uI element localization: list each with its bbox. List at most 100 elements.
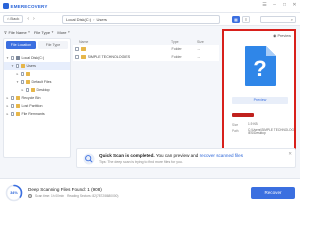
tree-node[interactable]: ▸ bbox=[4, 70, 70, 78]
metadata-value: C:\Users\SIMPLE TECHNOLOGIES\Desktop bbox=[248, 127, 294, 136]
chevron-right-icon[interactable]: ▸ bbox=[16, 72, 19, 76]
chevron-down-icon: ▾ bbox=[67, 30, 70, 34]
scan-complete-icon bbox=[83, 153, 95, 165]
file-metadata: Size 1.9 KB Path C:\Users\SIMPLE TECHNOLOGI… bbox=[232, 122, 294, 138]
chevron-right-icon[interactable]: ▸ bbox=[6, 104, 9, 108]
metadata-row: Size 1.9 KB bbox=[232, 122, 294, 127]
recover-button[interactable]: Recover bbox=[251, 187, 295, 199]
home-icon: ⌂ bbox=[7, 16, 10, 21]
menu-icon[interactable]: ☰ bbox=[262, 3, 267, 8]
tree-node[interactable]: ▾ Default Files bbox=[4, 78, 70, 86]
tree-node[interactable]: ▸ Recycle Bin bbox=[4, 94, 70, 102]
scan-status-title: Deep Scanning Files Found: 1 (908) bbox=[28, 187, 102, 192]
preview-header[interactable]: ◉ Preview bbox=[273, 33, 291, 39]
chevron-right-icon[interactable]: ▸ bbox=[21, 88, 24, 92]
back-button[interactable]: ⌂ Back bbox=[3, 15, 24, 23]
tree-node[interactable]: ▸ Desktop bbox=[4, 86, 70, 94]
scan-progress-ring: 34% bbox=[5, 184, 23, 202]
tree-node[interactable]: ▸ File Remnants bbox=[4, 110, 70, 118]
checkbox[interactable] bbox=[25, 88, 29, 92]
row-size: -- bbox=[197, 55, 200, 59]
scan-status-details: ‖ Scan time: 1h 00min Reading Sectors: 8… bbox=[28, 194, 118, 198]
status-bar: 34% Deep Scanning Files Found: 1 (908) ‖… bbox=[0, 178, 300, 206]
checkbox[interactable] bbox=[20, 80, 24, 84]
checkbox[interactable] bbox=[10, 96, 14, 100]
close-icon[interactable]: ✕ bbox=[292, 3, 297, 8]
folder-icon bbox=[80, 55, 86, 59]
metadata-key: Path bbox=[232, 128, 239, 133]
tab-file-location[interactable]: File Location bbox=[6, 41, 36, 49]
tree-node-label: Lost Partition bbox=[21, 104, 43, 108]
chevron-down-icon[interactable]: ▾ bbox=[6, 56, 9, 60]
folder-icon bbox=[15, 104, 20, 108]
checkbox[interactable] bbox=[20, 72, 24, 76]
progress-percent: 34% bbox=[10, 191, 18, 195]
tree-node[interactable]: ▸ Lost Partition bbox=[4, 102, 70, 110]
checkbox[interactable] bbox=[15, 64, 19, 68]
filter-file-type[interactable]: File Type ▾ bbox=[34, 30, 53, 35]
table-row[interactable]: SIMPLE TECHNOLOGIES Folder -- bbox=[73, 53, 219, 61]
breadcrumb-users[interactable]: Users bbox=[96, 16, 106, 23]
window-controls: ☰ – □ ✕ bbox=[262, 3, 297, 8]
tree-node[interactable]: ▾ Local Disk(C:) bbox=[4, 54, 70, 62]
search-input[interactable]: ⌕ bbox=[260, 16, 296, 23]
breadcrumb[interactable]: Local Disk(C:) › Users bbox=[62, 15, 220, 24]
chevron-right-icon[interactable]: ▸ bbox=[6, 96, 9, 100]
filter-more[interactable]: More ▾ bbox=[57, 30, 69, 35]
preview-button[interactable]: Preview bbox=[232, 97, 288, 104]
pause-icon[interactable]: ‖ bbox=[28, 194, 32, 198]
view-toggle: ▦ ≡ bbox=[232, 16, 250, 23]
checkbox[interactable] bbox=[10, 56, 14, 60]
header-type[interactable]: Type bbox=[171, 40, 197, 44]
chevron-down-icon: ▾ bbox=[28, 30, 30, 34]
checkbox[interactable] bbox=[10, 104, 14, 108]
drive-icon bbox=[15, 56, 20, 60]
tree-node-label: Desktop bbox=[36, 88, 50, 92]
app-name: EMERECOVERY bbox=[10, 3, 48, 9]
close-icon[interactable]: ✕ bbox=[288, 151, 292, 157]
sidebar-tabs: File Location File Type bbox=[4, 39, 70, 51]
filter-file-name[interactable]: ⊽ File Name ▾ bbox=[4, 30, 30, 35]
chevron-down-icon: ▾ bbox=[51, 30, 54, 34]
checkbox[interactable] bbox=[75, 55, 79, 59]
folder-icon bbox=[80, 47, 86, 51]
notice-message: Quick Scan is completed. You can preview… bbox=[99, 153, 243, 158]
row-name: SIMPLE TECHNOLOGIES bbox=[87, 55, 131, 59]
chevron-right-icon[interactable]: ▸ bbox=[6, 112, 9, 116]
folder-icon bbox=[15, 112, 20, 116]
grid-view-icon[interactable]: ▦ bbox=[232, 16, 240, 23]
tree-node-label: File Remnants bbox=[21, 112, 45, 116]
file-rows: Folder -- SIMPLE TECHNOLOGIES Folder -- bbox=[73, 45, 219, 61]
header-name[interactable]: Name bbox=[79, 40, 171, 44]
metadata-value: 1.9 KB bbox=[248, 122, 258, 126]
folder-icon bbox=[25, 80, 30, 84]
checkbox[interactable] bbox=[75, 47, 79, 51]
preview-panel: ◉ Preview ? Preview Size 1.9 KB Path C:\Use… bbox=[222, 29, 296, 156]
list-view-icon[interactable]: ≡ bbox=[242, 16, 250, 23]
redacted-filename bbox=[232, 113, 254, 117]
app-logo: EMERECOVERY bbox=[3, 3, 48, 9]
breadcrumb-separator: › bbox=[93, 17, 95, 22]
folder-icon bbox=[25, 72, 30, 76]
checkbox[interactable] bbox=[10, 112, 14, 116]
maximize-icon[interactable]: □ bbox=[282, 3, 287, 8]
folder-icon bbox=[20, 64, 25, 68]
chevron-down-icon[interactable]: ▾ bbox=[16, 80, 19, 84]
arrow-left-icon[interactable]: ‹ bbox=[27, 16, 29, 22]
file-list-header: Name Type Size bbox=[73, 38, 219, 45]
breadcrumb-drive[interactable]: Local Disk(C:) bbox=[66, 16, 91, 23]
arrow-right-icon[interactable]: › bbox=[33, 16, 35, 22]
notice-bold: Quick Scan is completed. bbox=[99, 153, 155, 158]
header-size[interactable]: Size bbox=[197, 40, 204, 44]
chevron-down-icon[interactable]: ▾ bbox=[11, 64, 14, 68]
svg-text:?: ? bbox=[253, 56, 266, 81]
table-row[interactable]: Folder -- bbox=[73, 45, 219, 53]
tab-file-type[interactable]: File Type bbox=[38, 41, 68, 49]
recover-scanned-files-link[interactable]: recover scanned files bbox=[200, 153, 243, 158]
back-label: Back bbox=[10, 16, 20, 21]
row-type: Folder bbox=[171, 55, 182, 59]
eye-icon: ◉ bbox=[273, 34, 277, 38]
minimize-icon[interactable]: – bbox=[272, 3, 277, 8]
tree-node[interactable]: ▾ Users bbox=[4, 62, 70, 70]
filter-file-name-label: File Name bbox=[8, 29, 27, 35]
